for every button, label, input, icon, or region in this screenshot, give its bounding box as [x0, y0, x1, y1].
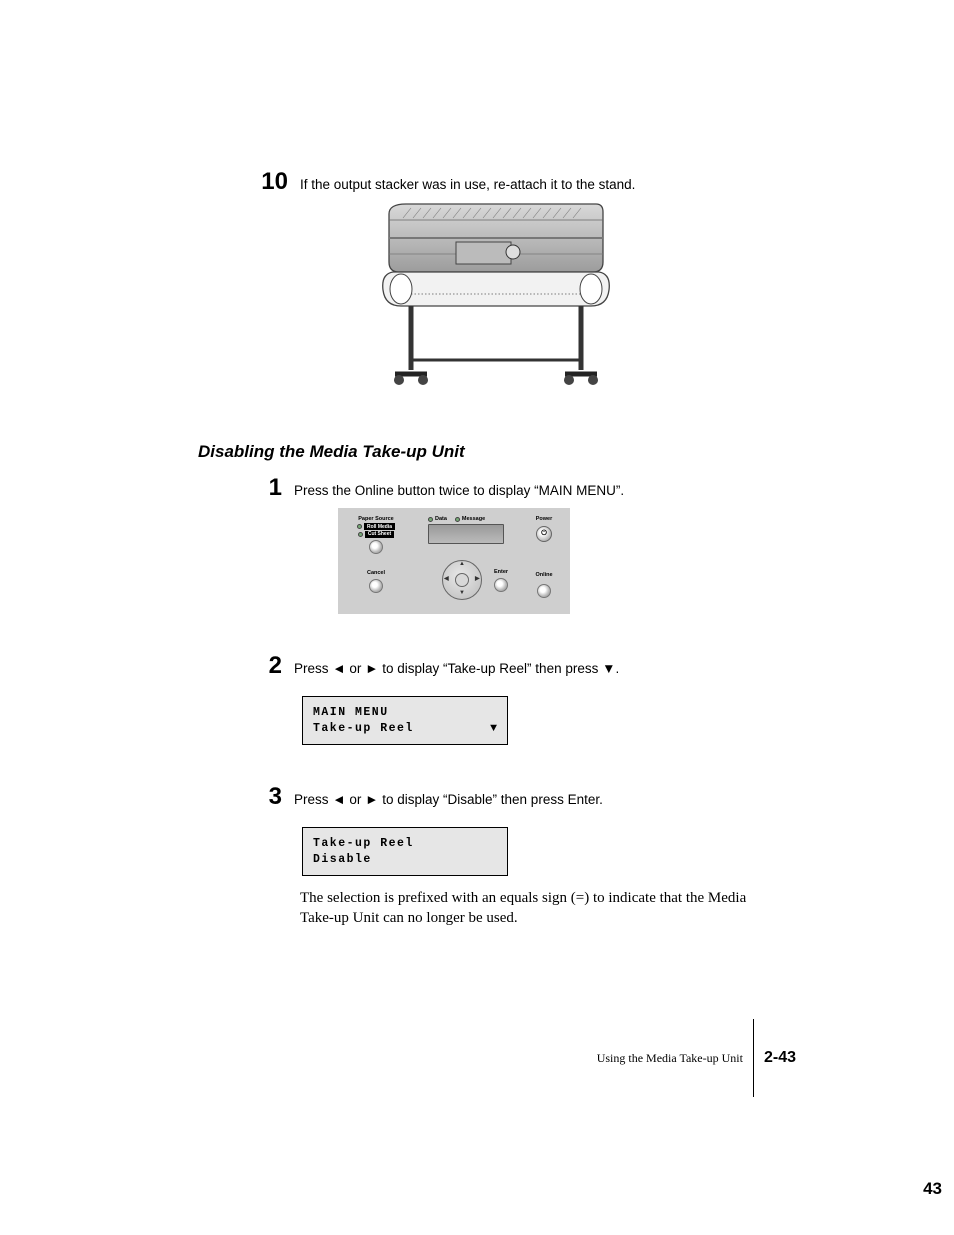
- printer-on-stand-illustration: [341, 202, 651, 392]
- led-icon: [357, 524, 362, 529]
- step-10: 10 If the output stacker was in use, re-…: [198, 170, 794, 392]
- lcd1-line2-row: Take-up Reel ▼: [313, 721, 497, 737]
- cp-cancel-label: Cancel: [367, 570, 385, 576]
- step-3-note: The selection is prefixed with an equals…: [300, 888, 780, 929]
- cp-dpad-row: ▲▼ ◀▶ Enter: [412, 564, 520, 596]
- page-container: 10 If the output stacker was in use, re-…: [0, 0, 954, 1235]
- printer-illustration-svg: [341, 202, 651, 392]
- cp-right-column: Power ⏻ Online: [526, 516, 562, 608]
- led-icon: [428, 517, 433, 522]
- cp-enter-label: Enter: [494, 569, 508, 575]
- section-heading-disabling: Disabling the Media Take-up Unit: [198, 442, 794, 462]
- step-10-text: If the output stacker was in use, re-att…: [300, 170, 635, 194]
- dpad-icon: ▲▼ ◀▶: [436, 560, 486, 596]
- printer-control-panel-illustration: Paper Source Roll Media Cut Sheet Cancel: [338, 508, 570, 614]
- lcd-display-main-menu: MAIN MENU Take-up Reel ▼: [302, 696, 508, 745]
- cp-online-label: Online: [535, 572, 552, 578]
- step-10-number: 10: [198, 170, 300, 194]
- lcd2-line1: Take-up Reel: [313, 836, 497, 852]
- led-icon: [358, 532, 363, 537]
- cancel-button-icon: [369, 579, 383, 593]
- step-2: 2 Press ◄ or ► to display “Take-up Reel”…: [198, 654, 794, 745]
- cp-power-label: Power: [536, 516, 553, 522]
- step-1-text: Press the Online button twice to display…: [294, 476, 624, 500]
- footer-page-code: 2-43: [754, 1049, 796, 1067]
- lcd1-line2: Take-up Reel: [313, 721, 414, 737]
- led-icon: [455, 517, 460, 522]
- step-3-number: 3: [198, 785, 294, 809]
- cp-lcd-row: Data Message: [424, 516, 508, 546]
- step-1-row: 1 Press the Online button twice to displ…: [198, 476, 794, 500]
- cp-cut-sheet-label: Cut Sheet: [365, 531, 394, 538]
- cp-middle-column: Data Message ▲▼ ◀▶ Enter: [406, 516, 526, 608]
- lcd-display-takeup-reel: Take-up Reel Disable: [302, 827, 508, 876]
- step-10-row: 10 If the output stacker was in use, re-…: [198, 170, 794, 194]
- cp-roll-media-label: Roll Media: [364, 523, 395, 530]
- cp-left-column: Paper Source Roll Media Cut Sheet Cancel: [346, 516, 406, 608]
- cp-cut-sheet-row: Cut Sheet: [358, 531, 394, 539]
- step-3-row: 3 Press ◄ or ► to display “Disable” then…: [198, 785, 794, 809]
- step-3: 3 Press ◄ or ► to display “Disable” then…: [198, 785, 794, 929]
- step-1-number: 1: [198, 476, 294, 500]
- cp-message-label: Message: [462, 516, 485, 522]
- page-footer: Using the Media Take-up Unit 2-43: [597, 1019, 796, 1097]
- lcd-screen-icon: [428, 524, 504, 544]
- step-1: 1 Press the Online button twice to displ…: [198, 476, 794, 614]
- cp-paper-source-label: Paper Source: [358, 516, 393, 522]
- down-arrow-icon: ▼: [490, 721, 497, 737]
- paper-source-button-icon: [369, 540, 383, 554]
- cp-enter-block: Enter: [486, 569, 516, 592]
- online-button-icon: [537, 584, 551, 598]
- step-2-number: 2: [198, 654, 294, 678]
- enter-button-icon: [494, 578, 508, 592]
- cp-message-label-row: Message: [455, 516, 485, 522]
- lcd2-line2: Disable: [313, 852, 497, 868]
- step-3-text: Press ◄ or ► to display “Disable” then p…: [294, 785, 603, 809]
- cp-roll-media-row: Roll Media: [357, 523, 395, 531]
- absolute-page-number: 43: [923, 1179, 942, 1199]
- cp-data-label-row: Data: [428, 516, 447, 522]
- cp-data-label: Data: [435, 516, 447, 522]
- step-2-row: 2 Press ◄ or ► to display “Take-up Reel”…: [198, 654, 794, 678]
- power-button-icon: ⏻: [536, 526, 552, 542]
- step-2-text: Press ◄ or ► to display “Take-up Reel” t…: [294, 654, 619, 678]
- lcd1-line1: MAIN MENU: [313, 705, 497, 721]
- footer-section-title: Using the Media Take-up Unit: [597, 1051, 753, 1066]
